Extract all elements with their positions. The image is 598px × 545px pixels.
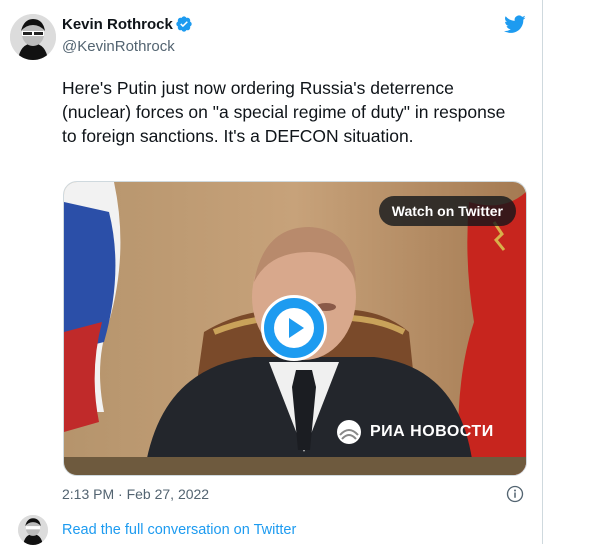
- ria-logo-icon: [337, 420, 361, 444]
- verified-badge-icon: [176, 16, 192, 32]
- twitter-bird-icon[interactable]: [503, 13, 527, 35]
- read-full-conversation-link[interactable]: Read the full conversation on Twitter: [62, 522, 296, 538]
- video-media[interactable]: Watch on Twitter РИА НОВОСТИ: [63, 181, 527, 476]
- play-button[interactable]: [261, 295, 327, 361]
- handle[interactable]: @KevinRothrock: [62, 38, 175, 55]
- ria-watermark-text: РИА НОВОСТИ: [370, 423, 494, 440]
- avatar-small[interactable]: [18, 515, 48, 545]
- play-icon: [274, 308, 314, 348]
- tweet-text: Here's Putin just now ordering Russia's …: [62, 78, 506, 146]
- display-name[interactable]: Kevin Rothrock: [62, 16, 173, 33]
- watch-on-twitter-button[interactable]: Watch on Twitter: [378, 196, 516, 226]
- ria-watermark: РИА НОВОСТИ: [336, 419, 494, 445]
- tweet-timestamp[interactable]: 2:13 PM · Feb 27, 2022: [62, 486, 209, 502]
- avatar[interactable]: [10, 14, 56, 60]
- tweet-card: Kevin Rothrock @KevinRothrock Here's Put…: [0, 0, 543, 545]
- info-icon[interactable]: [506, 485, 524, 503]
